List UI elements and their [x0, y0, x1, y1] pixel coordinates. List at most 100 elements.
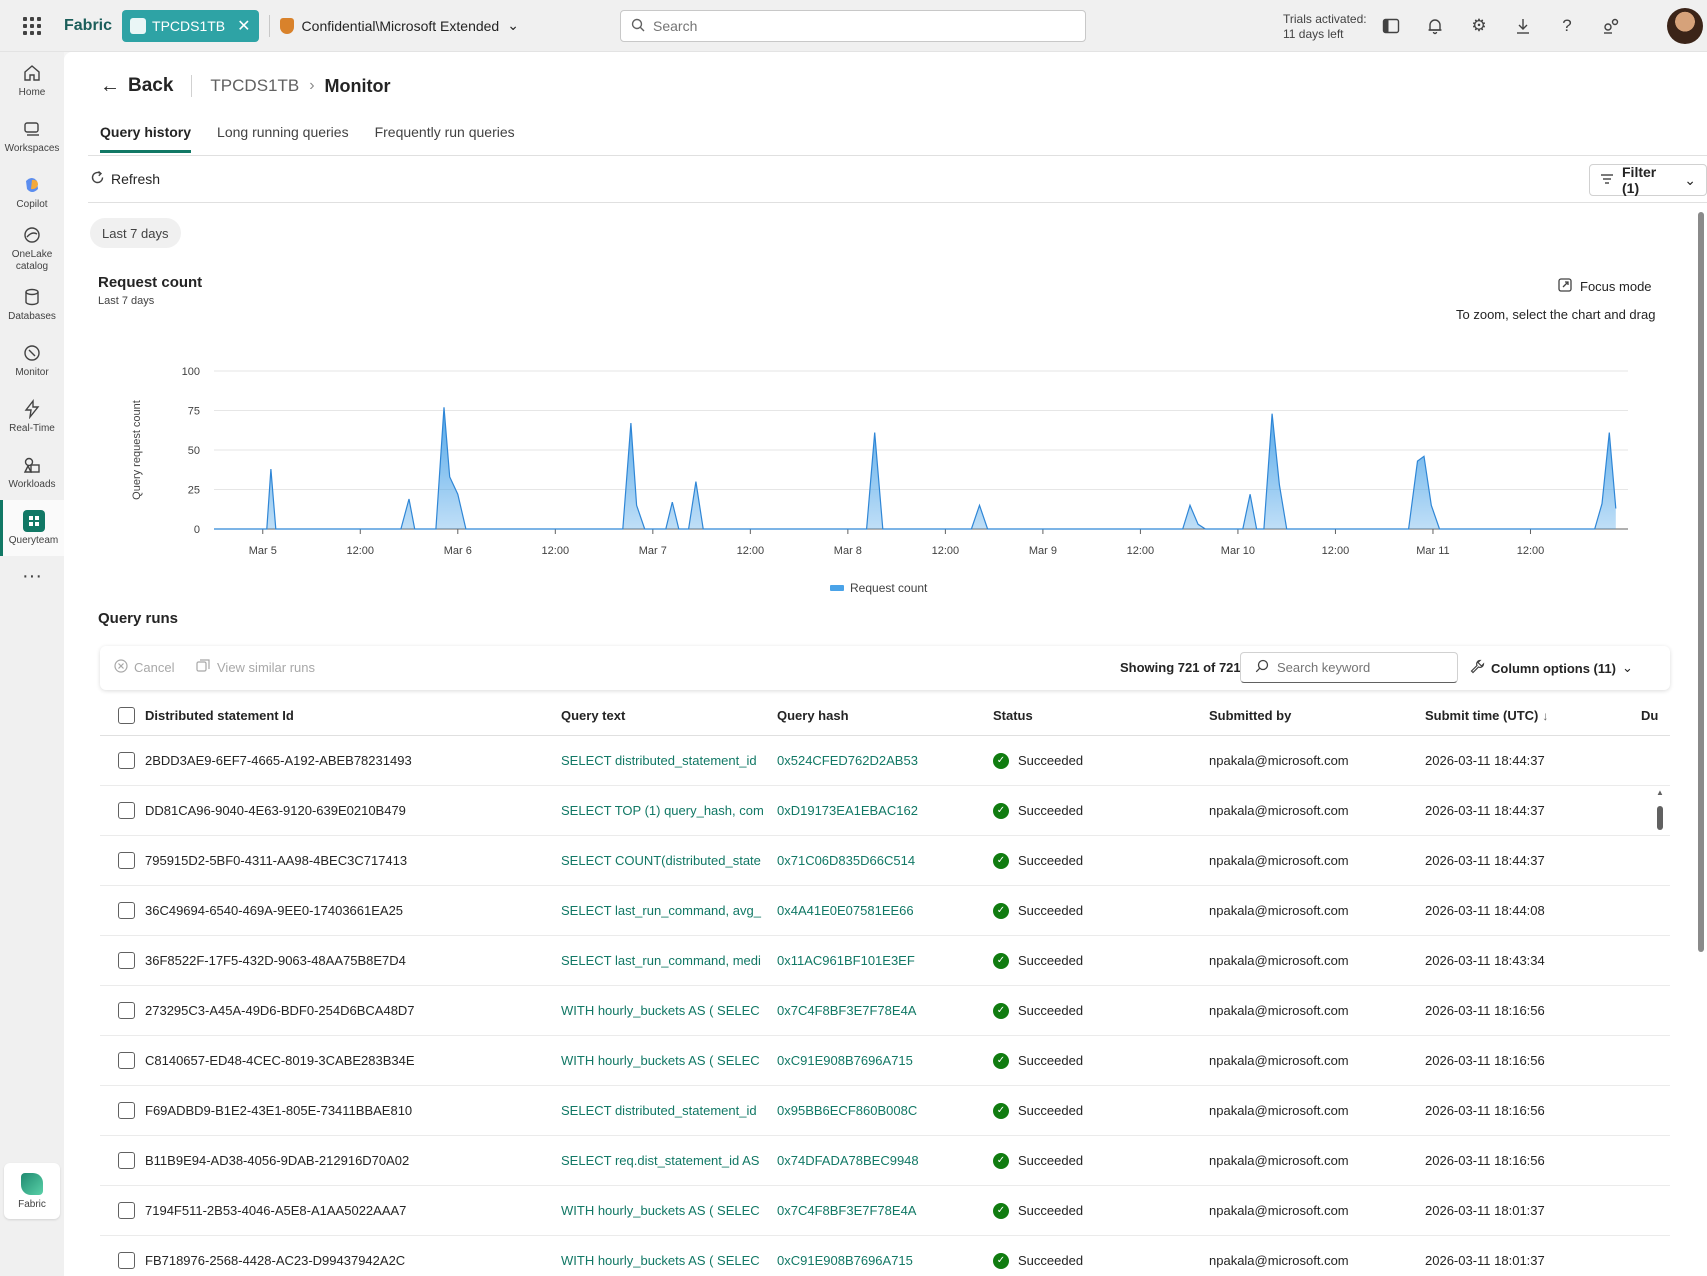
time-range-pill[interactable]: Last 7 days	[90, 218, 181, 248]
query-hash-link[interactable]: 0x4A41E0E07581EE66	[777, 903, 993, 918]
focus-mode-button[interactable]: Focus mode	[1558, 278, 1652, 295]
rail-item-copilot[interactable]: Copilot	[0, 164, 64, 220]
more-icon[interactable]: ···	[0, 556, 64, 596]
cancel-button[interactable]: Cancel	[114, 659, 174, 676]
share-icon[interactable]	[1600, 15, 1622, 37]
help-icon[interactable]: ?	[1556, 15, 1578, 37]
row-checkbox[interactable]	[118, 1052, 135, 1069]
table-row[interactable]: 36F8522F-17F5-432D-9063-48AA75B8E7D4 SELE…	[100, 936, 1670, 986]
back-button[interactable]: ← Back	[100, 75, 173, 98]
app-launcher-button[interactable]	[0, 0, 64, 52]
table-row[interactable]: 273295C3-A45A-49D6-BDF0-254D6BCA48D7 WITH…	[100, 986, 1670, 1036]
column-options-button[interactable]: Column options (11) ⌄	[1470, 659, 1633, 677]
table-row[interactable]: 7194F511-2B53-4046-A5E8-A1AA5022AAA7 WITH…	[100, 1186, 1670, 1236]
rail-item-databases[interactable]: Databases	[0, 276, 64, 332]
row-checkbox[interactable]	[118, 952, 135, 969]
select-all-checkbox[interactable]	[118, 707, 135, 724]
query-text-link[interactable]: SELECT last_run_command, avg_	[561, 903, 777, 918]
scrollbar-thumb[interactable]	[1657, 806, 1663, 830]
query-hash-link[interactable]: 0x95BB6ECF860B008C	[777, 1103, 993, 1118]
grid-scrollbar[interactable]: ▲	[1656, 788, 1664, 834]
view-similar-runs-button[interactable]: View similar runs	[196, 659, 315, 676]
request-count-chart[interactable]: 0 25 50 75 100 Query request count Mar 5 12:00 M…	[92, 322, 1674, 608]
avatar[interactable]	[1667, 8, 1703, 44]
query-text-link[interactable]: WITH hourly_buckets AS ( SELEC	[561, 1203, 777, 1218]
trial-status[interactable]: Trials activated: 11 days left	[1283, 12, 1367, 42]
column-header-statement-id[interactable]: Distributed statement Id	[145, 708, 561, 723]
row-checkbox[interactable]	[118, 1152, 135, 1169]
status-cell: ✓ Succeeded	[993, 1252, 1209, 1269]
brand-name[interactable]: Fabric	[64, 17, 112, 35]
workspace-pill[interactable]: TPCDS1TB ✕	[122, 9, 259, 42]
panel-toggle-icon[interactable]	[1380, 15, 1402, 37]
row-checkbox[interactable]	[118, 1002, 135, 1019]
column-header-query-hash[interactable]: Query hash	[777, 708, 993, 723]
column-header-query-text[interactable]: Query text	[561, 708, 777, 723]
table-row[interactable]: FB718976-2568-4428-AC23-D99437942A2C WITH…	[100, 1236, 1670, 1276]
row-checkbox[interactable]	[118, 802, 135, 819]
row-checkbox[interactable]	[118, 1202, 135, 1219]
query-text-link[interactable]: SELECT req.dist_statement_id AS	[561, 1153, 777, 1168]
keyword-search-input[interactable]	[1277, 660, 1447, 675]
rail-item-real-time[interactable]: Real-Time	[0, 388, 64, 444]
query-hash-link[interactable]: 0x71C06D835D66C514	[777, 853, 993, 868]
row-checkbox[interactable]	[118, 902, 135, 919]
sensitivity-label-picker[interactable]: Confidential\Microsoft Extended ⌄	[279, 17, 519, 34]
close-icon[interactable]: ✕	[237, 16, 250, 36]
download-icon[interactable]	[1512, 15, 1534, 37]
query-hash-link[interactable]: 0x7C4F8BF3E7F78E4A	[777, 1203, 993, 1218]
table-row[interactable]: DD81CA96-9040-4E63-9120-639E0210B479 SELE…	[100, 786, 1670, 836]
row-checkbox[interactable]	[118, 1252, 135, 1269]
query-text-link[interactable]: SELECT TOP (1) query_hash, com	[561, 803, 777, 818]
keyword-search[interactable]	[1240, 652, 1458, 683]
filter-button[interactable]: Filter (1) ⌄	[1589, 164, 1707, 196]
tab-query-history[interactable]: Query history	[100, 124, 192, 153]
column-header-duration[interactable]: Du	[1641, 708, 1670, 723]
table-row[interactable]: 2BDD3AE9-6EF7-4665-A192-ABEB78231493 SELE…	[100, 736, 1670, 786]
global-search[interactable]	[620, 10, 1086, 42]
query-hash-link[interactable]: 0x11AC961BF101E3EF	[777, 953, 993, 968]
search-input[interactable]	[653, 18, 1073, 34]
breadcrumb-workspace[interactable]: TPCDS1TB	[210, 76, 299, 96]
query-hash-link[interactable]: 0xD19173EA1EBAC162	[777, 803, 993, 818]
column-header-submitted-by[interactable]: Submitted by	[1209, 708, 1425, 723]
column-header-status[interactable]: Status	[993, 708, 1209, 723]
refresh-button[interactable]: Refresh	[90, 170, 160, 188]
query-hash-link[interactable]: 0xC91E908B7696A715	[777, 1253, 993, 1268]
row-checkbox[interactable]	[118, 852, 135, 869]
rail-item-onelake-catalog[interactable]: OneLake catalog	[0, 220, 64, 276]
table-row[interactable]: B11B9E94-AD38-4056-9DAB-212916D70A02 SELE…	[100, 1136, 1670, 1186]
page-scrollbar[interactable]	[1698, 202, 1704, 1276]
query-text-link[interactable]: SELECT distributed_statement_id	[561, 753, 777, 768]
rail-item-monitor[interactable]: Monitor	[0, 332, 64, 388]
success-icon: ✓	[993, 1002, 1009, 1019]
tab-frequently-run-queries[interactable]: Frequently run queries	[375, 124, 515, 153]
row-checkbox[interactable]	[118, 1102, 135, 1119]
query-hash-link[interactable]: 0x7C4F8BF3E7F78E4A	[777, 1003, 993, 1018]
query-hash-link[interactable]: 0x524CFED762D2AB53	[777, 753, 993, 768]
table-row[interactable]: 36C49694-6540-469A-9EE0-17403661EA25 SELE…	[100, 886, 1670, 936]
rail-item-workloads[interactable]: Workloads	[0, 444, 64, 500]
column-header-submit-time[interactable]: Submit time (UTC) ↓	[1425, 708, 1641, 723]
scroll-up-icon[interactable]: ▲	[1656, 788, 1664, 797]
query-text-link[interactable]: SELECT last_run_command, medi	[561, 953, 777, 968]
table-row[interactable]: F69ADBD9-B1E2-43E1-805E-73411BBAE810 SELE…	[100, 1086, 1670, 1136]
bell-icon[interactable]	[1424, 15, 1446, 37]
rail-item-workspaces[interactable]: Workspaces	[0, 108, 64, 164]
query-hash-link[interactable]: 0xC91E908B7696A715	[777, 1053, 993, 1068]
rail-item-queryteam[interactable]: Queryteam	[0, 500, 64, 556]
row-checkbox[interactable]	[118, 752, 135, 769]
tab-long-running-queries[interactable]: Long running queries	[217, 124, 349, 153]
table-row[interactable]: 795915D2-5BF0-4311-AA98-4BEC3C717413 SELE…	[100, 836, 1670, 886]
rail-item-home[interactable]: Home	[0, 52, 64, 108]
scrollbar-thumb[interactable]	[1698, 212, 1704, 952]
fabric-switcher[interactable]: Fabric	[4, 1163, 60, 1219]
query-text-link[interactable]: WITH hourly_buckets AS ( SELEC	[561, 1253, 777, 1268]
query-text-link[interactable]: WITH hourly_buckets AS ( SELEC	[561, 1003, 777, 1018]
query-hash-link[interactable]: 0x74DFADA78BEC9948	[777, 1153, 993, 1168]
query-text-link[interactable]: WITH hourly_buckets AS ( SELEC	[561, 1053, 777, 1068]
query-text-link[interactable]: SELECT COUNT(distributed_state	[561, 853, 777, 868]
gear-icon[interactable]: ⚙	[1468, 15, 1490, 37]
query-text-link[interactable]: SELECT distributed_statement_id	[561, 1103, 777, 1118]
table-row[interactable]: C8140657-ED48-4CEC-8019-3CABE283B34E WITH…	[100, 1036, 1670, 1086]
